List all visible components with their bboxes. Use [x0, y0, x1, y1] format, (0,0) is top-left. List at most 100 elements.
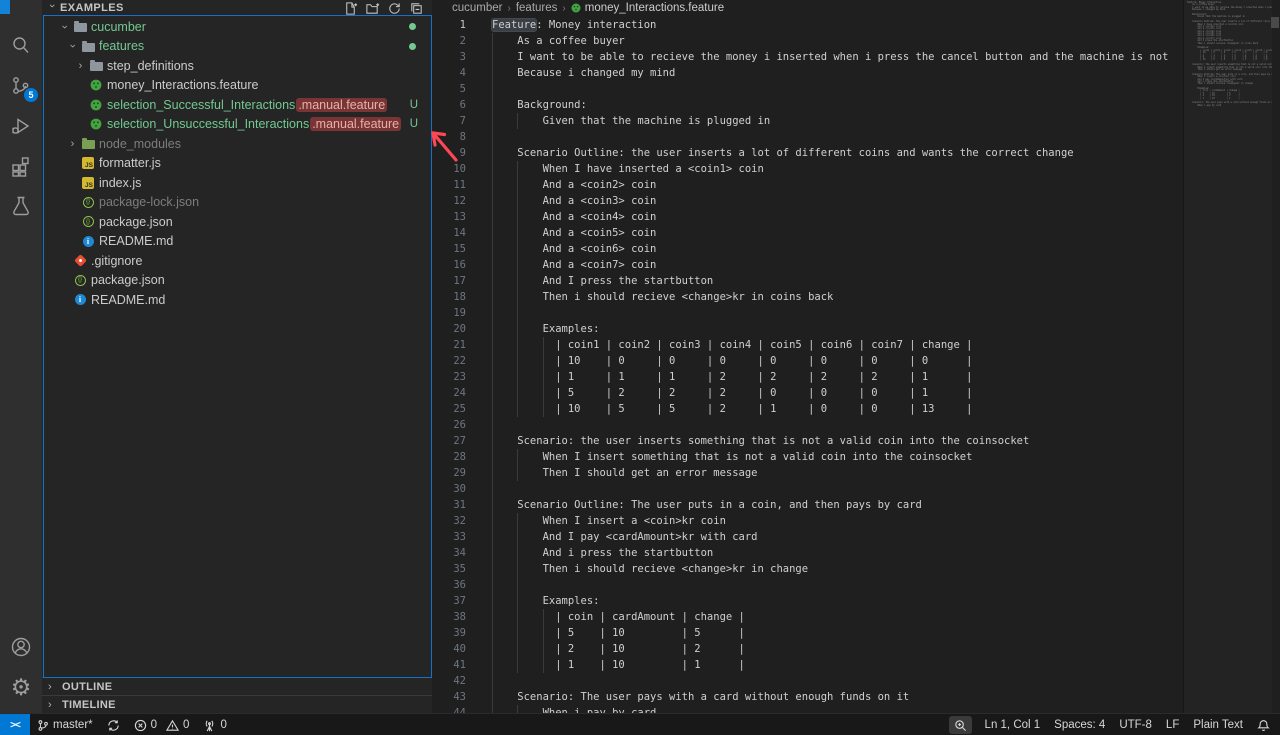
code-line[interactable]: 7 Given that the machine is plugged in — [432, 113, 1183, 129]
line-number[interactable]: 8 — [432, 129, 466, 145]
tree-item-index-js[interactable]: JSindex.js — [42, 173, 432, 193]
code-line[interactable]: 41 | 1 | 10 | 1 | — [432, 657, 1183, 673]
line-number[interactable]: 13 — [432, 209, 466, 225]
account-icon[interactable] — [0, 627, 42, 667]
line-number[interactable]: 10 — [432, 161, 466, 177]
code-line[interactable]: 39 | 5 | 10 | 5 | — [432, 625, 1183, 641]
code-line[interactable]: 40 | 2 | 10 | 2 | — [432, 641, 1183, 657]
line-number[interactable]: 16 — [432, 257, 466, 273]
minimap[interactable]: Feature: Money interaction As a coffee b… — [1183, 0, 1272, 713]
code-line[interactable]: 15 And a <coin6> coin — [432, 241, 1183, 257]
code-line[interactable]: 14 And a <coin5> coin — [432, 225, 1183, 241]
code-line[interactable]: 20 Examples: — [432, 321, 1183, 337]
breadcrumb-folder[interactable]: features — [516, 2, 558, 14]
line-number[interactable]: 38 — [432, 609, 466, 625]
code-line[interactable]: 1Feature: Money interaction — [432, 17, 1183, 33]
tree-item-money-interactions-feature[interactable]: money_Interactions.feature — [42, 76, 432, 96]
line-number[interactable]: 23 — [432, 369, 466, 385]
notifications-bell[interactable] — [1250, 714, 1280, 735]
line-number[interactable]: 24 — [432, 385, 466, 401]
tree-item-node-modules[interactable]: ›node_modules — [42, 134, 432, 154]
line-number[interactable]: 26 — [432, 417, 466, 433]
code-line[interactable]: 22 | 10 | 0 | 0 | 0 | 0 | 0 | 0 | 0 | — [432, 353, 1183, 369]
code-line[interactable]: 2 As a coffee buyer — [432, 33, 1183, 49]
code-line[interactable]: 34 And i press the startbutton — [432, 545, 1183, 561]
tree-item-package-json[interactable]: {}package.json — [42, 271, 432, 291]
line-number[interactable]: 19 — [432, 305, 466, 321]
line-number[interactable]: 14 — [432, 225, 466, 241]
line-number[interactable]: 42 — [432, 673, 466, 689]
code-line[interactable]: 30 — [432, 481, 1183, 497]
code-line[interactable]: 11 And a <coin2> coin — [432, 177, 1183, 193]
line-number[interactable]: 22 — [432, 353, 466, 369]
line-number[interactable]: 43 — [432, 689, 466, 705]
line-number[interactable]: 1 — [432, 17, 466, 33]
tree-item-formatter-js[interactable]: JSformatter.js — [42, 154, 432, 174]
code-line[interactable]: 29 Then I should get an error message — [432, 465, 1183, 481]
extensions-icon[interactable] — [0, 146, 42, 186]
breadcrumb-file[interactable]: money_Interactions.feature — [571, 2, 724, 14]
code-line[interactable]: 3 I want to be able to recieve the money… — [432, 49, 1183, 65]
line-number[interactable]: 17 — [432, 273, 466, 289]
line-number[interactable]: 9 — [432, 145, 466, 161]
line-number[interactable]: 34 — [432, 545, 466, 561]
code-line[interactable]: 33 And I pay <cardAmount>kr with card — [432, 529, 1183, 545]
code-line[interactable]: 13 And a <coin4> coin — [432, 209, 1183, 225]
code-line[interactable]: 12 And a <coin3> coin — [432, 193, 1183, 209]
line-number[interactable]: 5 — [432, 81, 466, 97]
tree-item-cucumber[interactable]: ›cucumber — [42, 17, 432, 37]
line-number[interactable]: 28 — [432, 449, 466, 465]
eol-setting[interactable]: LF — [1159, 714, 1186, 735]
code-line[interactable]: 16 And a <coin7> coin — [432, 257, 1183, 273]
code-line[interactable]: 17 And I press the startbutton — [432, 273, 1183, 289]
line-number[interactable]: 12 — [432, 193, 466, 209]
code-line[interactable]: 43 Scenario: The user pays with a card w… — [432, 689, 1183, 705]
run-debug-icon[interactable] — [0, 106, 42, 146]
scrollbar-thumb[interactable] — [1271, 17, 1279, 28]
line-number[interactable]: 29 — [432, 465, 466, 481]
code-line[interactable]: 38 | coin | cardAmount | change | — [432, 609, 1183, 625]
code-line[interactable]: 25 | 10 | 5 | 5 | 2 | 1 | 0 | 0 | 13 | — [432, 401, 1183, 417]
code-line[interactable]: 23 | 1 | 1 | 1 | 2 | 2 | 2 | 2 | 1 | — [432, 369, 1183, 385]
encoding-setting[interactable]: UTF-8 — [1112, 714, 1159, 735]
line-number[interactable]: 35 — [432, 561, 466, 577]
remote-indicator[interactable]: >< — [0, 714, 30, 735]
line-number[interactable]: 4 — [432, 65, 466, 81]
code-line[interactable]: 19 — [432, 305, 1183, 321]
search-icon[interactable] — [0, 26, 42, 66]
line-number[interactable]: 7 — [432, 113, 466, 129]
line-number[interactable]: 11 — [432, 177, 466, 193]
line-number[interactable]: 3 — [432, 49, 466, 65]
indentation-setting[interactable]: Spaces: 4 — [1047, 714, 1112, 735]
source-control-icon[interactable]: 5 — [0, 66, 42, 106]
code-line[interactable]: 10 When I have inserted a <coin1> coin — [432, 161, 1183, 177]
code-line[interactable]: 9 Scenario Outline: the user inserts a l… — [432, 145, 1183, 161]
code-line[interactable]: 36 — [432, 577, 1183, 593]
line-number[interactable]: 21 — [432, 337, 466, 353]
line-number[interactable]: 40 — [432, 641, 466, 657]
settings-gear-icon[interactable]: ⚙ — [0, 667, 42, 707]
tree-item-package-json[interactable]: {}package.json — [42, 212, 432, 232]
line-number[interactable]: 18 — [432, 289, 466, 305]
cursor-position[interactable]: Ln 1, Col 1 — [978, 714, 1048, 735]
tree-item-readme-md[interactable]: iREADME.md — [42, 290, 432, 310]
code-line[interactable]: 42 — [432, 673, 1183, 689]
code-line[interactable]: 6 Background: — [432, 97, 1183, 113]
sync-indicator[interactable] — [100, 714, 127, 735]
tree-item-step-definitions[interactable]: ›step_definitions — [42, 56, 432, 76]
code-line[interactable]: 44 When i pay by card — [432, 705, 1183, 713]
line-number[interactable]: 39 — [432, 625, 466, 641]
line-number[interactable]: 32 — [432, 513, 466, 529]
tree-item-readme-md[interactable]: iREADME.md — [42, 232, 432, 252]
line-number[interactable]: 44 — [432, 705, 466, 713]
refresh-icon[interactable] — [387, 1, 402, 16]
branch-indicator[interactable]: master* — [30, 714, 100, 735]
code-line[interactable]: 27 Scenario: the user inserts something … — [432, 433, 1183, 449]
code-line[interactable]: 4 Because i changed my mind — [432, 65, 1183, 81]
code-line[interactable]: 35 Then i should recieve <change>kr in c… — [432, 561, 1183, 577]
code-line[interactable]: 8 — [432, 129, 1183, 145]
code-line[interactable]: 18 Then i should recieve <change>kr in c… — [432, 289, 1183, 305]
line-number[interactable]: 31 — [432, 497, 466, 513]
code-line[interactable]: 28 When I insert something that is not a… — [432, 449, 1183, 465]
tree-item-selection-successful-interactions[interactable]: selection_Successful_Interactions.manual… — [42, 95, 432, 115]
